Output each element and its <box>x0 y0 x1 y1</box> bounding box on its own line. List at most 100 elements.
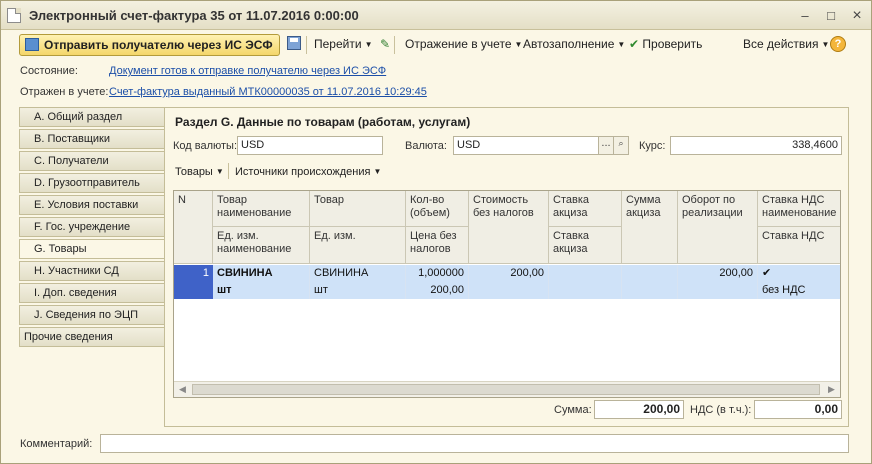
goods-table: N Товар наименование Товар Кол-во (объем… <box>173 190 841 398</box>
send-to-recipient-button[interactable]: Отправить получателю через ИС ЭСФ <box>19 34 280 56</box>
tab-shipper[interactable]: D. Грузоотправитель <box>19 173 165 193</box>
menu-separator <box>228 163 229 179</box>
header-unit[interactable]: Ед. изм. <box>310 227 406 264</box>
cell-excise-sum[interactable] <box>622 265 678 282</box>
vat-check-icon[interactable]: ✔ <box>758 265 840 282</box>
toolbar-separator <box>394 36 395 54</box>
tab-gov-institution[interactable]: F. Гос. учреждение <box>19 217 165 237</box>
all-actions-label: Все действия <box>743 37 819 51</box>
header-excise-rate-2[interactable]: Ставка акциза <box>549 227 622 264</box>
chevron-down-icon: ▼ <box>373 167 382 176</box>
scroll-right-icon[interactable]: ▶ <box>828 384 835 395</box>
scroll-thumb[interactable] <box>192 384 820 395</box>
tab-general[interactable]: A. Общий раздел <box>19 107 165 127</box>
tab-suppliers[interactable]: B. Поставщики <box>19 129 165 149</box>
autofill-menu[interactable]: Автозаполнение ▼ <box>523 37 625 51</box>
sum-label: Сумма: <box>554 404 592 416</box>
goods-menu[interactable]: Товары ▼ <box>175 166 224 178</box>
chevron-down-icon: ▼ <box>617 40 626 49</box>
accounting-menu[interactable]: Отражение в учете ▼ <box>405 37 522 51</box>
select-button[interactable]: ... <box>598 137 613 154</box>
state-link[interactable]: Документ готов к отправке получателю чер… <box>109 65 386 77</box>
check-label: Проверить <box>642 37 703 51</box>
comment-field[interactable] <box>100 434 849 453</box>
cell-empty[interactable] <box>678 282 758 299</box>
currency-label: Валюта: <box>405 140 447 152</box>
goto-label: Перейти <box>314 37 362 51</box>
tab-participants[interactable]: H. Участники СД <box>19 261 165 281</box>
tab-delivery-terms[interactable]: E. Условия поставки <box>19 195 165 215</box>
chevron-down-icon: ▼ <box>215 167 224 176</box>
cell-product-name[interactable]: СВИНИНА <box>213 265 310 282</box>
currency-field[interactable]: USD ... ⌕ <box>453 136 629 155</box>
check-icon: ✔ <box>629 37 640 51</box>
invoice-window: Электронный счет-фактура 35 от 11.07.201… <box>0 0 872 464</box>
reflected-link[interactable]: Счет-фактура выданный МТК00000035 от 11.… <box>109 86 427 98</box>
vat-field[interactable]: 0,00 <box>754 400 842 419</box>
currency-value: USD <box>457 139 481 151</box>
header-cost[interactable]: Стоимость без налогов <box>469 191 549 264</box>
cell-excise-rate[interactable] <box>549 265 622 282</box>
send-button-label: Отправить получателю через ИС ЭСФ <box>44 38 273 52</box>
table-row[interactable]: 1 СВИНИНА СВИНИНА 1,000000 200,00 200,00… <box>174 265 840 299</box>
currency-code-label: Код валюты: <box>173 140 238 152</box>
horizontal-scrollbar[interactable]: ◀ ▶ <box>174 381 840 397</box>
maximize-button[interactable]: □ <box>823 8 839 24</box>
cell-empty[interactable] <box>622 282 678 299</box>
cell-product[interactable]: СВИНИНА <box>310 265 406 282</box>
section-title: Раздел G. Данные по товарам (работам, ус… <box>175 115 471 129</box>
header-product[interactable]: Товар <box>310 191 406 227</box>
currency-code-field[interactable]: USD <box>237 136 383 155</box>
header-excise-rate[interactable]: Ставка акциза <box>549 191 622 227</box>
autofill-label: Автозаполнение <box>523 37 615 51</box>
scroll-left-icon[interactable]: ◀ <box>179 384 186 395</box>
tab-goods[interactable]: G. Товары <box>19 239 166 259</box>
sum-field[interactable]: 200,00 <box>594 400 684 419</box>
tab-extra-info[interactable]: I. Доп. сведения <box>19 283 165 303</box>
rate-field[interactable]: 338,4600 <box>670 136 842 155</box>
title-bar: Электронный счет-фактура 35 от 11.07.201… <box>1 1 871 30</box>
header-price[interactable]: Цена без налогов <box>406 227 469 264</box>
help-icon[interactable]: ? <box>830 36 846 52</box>
header-n[interactable]: N <box>174 191 213 264</box>
reflected-label: Отражен в учете: <box>20 86 109 98</box>
cell-empty[interactable] <box>549 282 622 299</box>
comment-label: Комментарий: <box>20 438 93 450</box>
goods-panel: Раздел G. Данные по товарам (работам, ус… <box>164 107 849 427</box>
state-label: Состояние: <box>20 65 78 77</box>
origins-menu[interactable]: Источники происхождения ▼ <box>235 166 381 178</box>
command-bar: Отправить получателю через ИС ЭСФ Перейт… <box>1 31 871 59</box>
search-icon[interactable]: ⌕ <box>613 137 628 154</box>
cell-unit[interactable]: шт <box>310 282 406 299</box>
cell-cost[interactable]: 200,00 <box>469 265 549 282</box>
header-unit-name[interactable]: Ед. изм. наименование <box>213 227 310 264</box>
all-actions-menu[interactable]: Все действия ▼ <box>743 37 829 51</box>
minimize-button[interactable]: – <box>797 8 813 24</box>
header-excise-sum[interactable]: Сумма акциза <box>622 191 678 264</box>
cell-turnover[interactable]: 200,00 <box>678 265 758 282</box>
header-vat-rate-name[interactable]: Ставка НДС наименование <box>758 191 840 227</box>
cell-quantity[interactable]: 1,000000 <box>406 265 469 282</box>
tab-signature-info[interactable]: J. Сведения по ЭЦП <box>19 305 165 325</box>
header-turnover[interactable]: Оборот по реализации <box>678 191 758 264</box>
cell-unit-name[interactable]: шт <box>213 282 310 299</box>
close-button[interactable]: × <box>849 8 865 24</box>
cell-vat-rate[interactable]: без НДС <box>758 282 840 299</box>
row-number[interactable]: 1 <box>174 265 213 299</box>
tab-recipients[interactable]: C. Получатели <box>19 151 165 171</box>
toolbar-separator <box>306 36 307 54</box>
cell-price[interactable]: 200,00 <box>406 282 469 299</box>
save-icon[interactable] <box>287 36 301 50</box>
goto-menu[interactable]: Перейти ▼ <box>314 37 372 51</box>
header-product-name[interactable]: Товар наименование <box>213 191 310 227</box>
cell-empty[interactable] <box>469 282 549 299</box>
pencil-icon[interactable]: ✎ <box>380 37 390 51</box>
check-button[interactable]: ✔ Проверить <box>629 37 702 51</box>
document-icon <box>7 8 21 23</box>
chevron-down-icon: ▼ <box>514 40 523 49</box>
origins-menu-label: Источники происхождения <box>235 166 371 178</box>
tab-other-info[interactable]: Прочие сведения <box>19 327 165 347</box>
table-row[interactable]: шт шт 200,00 без НДС <box>213 282 840 299</box>
header-quantity[interactable]: Кол-во (объем) <box>406 191 469 227</box>
header-vat-rate[interactable]: Ставка НДС <box>758 227 840 264</box>
